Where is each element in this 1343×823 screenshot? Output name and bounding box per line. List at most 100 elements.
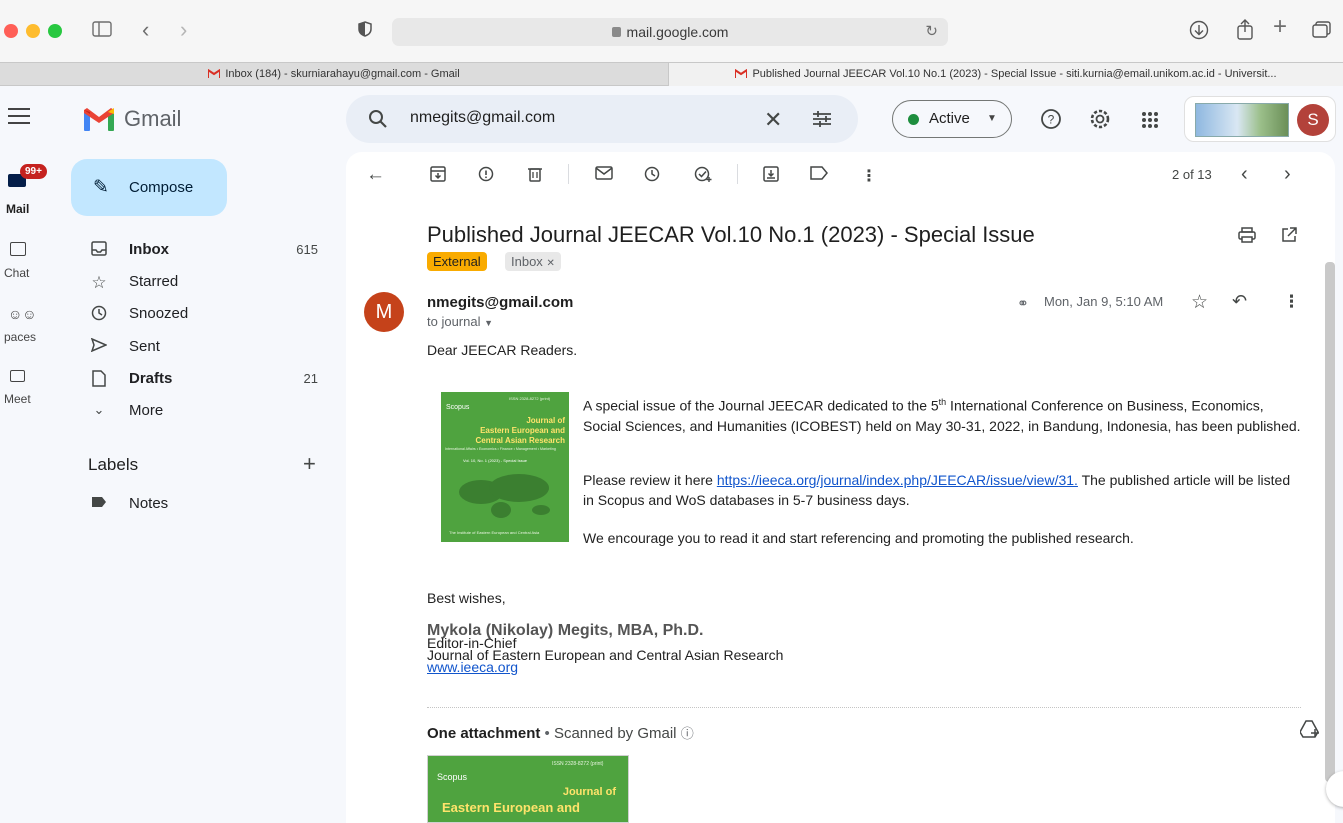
- star-message-icon[interactable]: ☆: [1191, 291, 1208, 314]
- send-icon: [90, 337, 108, 356]
- download-icon[interactable]: [1189, 20, 1209, 44]
- maximize-window-button[interactable]: [48, 24, 62, 38]
- close-window-button[interactable]: [4, 24, 18, 38]
- logo-text: Gmail: [124, 106, 182, 131]
- mark-unread-icon[interactable]: [595, 166, 613, 185]
- nav-item-more[interactable]: ⌄ More: [72, 395, 328, 427]
- add-label-icon[interactable]: +: [303, 451, 316, 477]
- nav-label: Sent: [129, 338, 160, 355]
- scrollbar-thumb[interactable]: [1325, 262, 1335, 782]
- delete-icon[interactable]: [528, 166, 542, 187]
- back-icon[interactable]: ‹: [142, 19, 149, 41]
- account-switcher[interactable]: S: [1184, 96, 1336, 142]
- label-item-notes[interactable]: Notes: [72, 488, 328, 520]
- tab-bar: Inbox (184) - skurniarahayu@gmail.com - …: [0, 62, 1343, 86]
- move-to-icon[interactable]: [763, 166, 779, 187]
- signature-website[interactable]: www.ieeca.org: [427, 660, 518, 674]
- pager-text: 2 of 13: [1172, 167, 1212, 182]
- add-to-drive-icon[interactable]: [1299, 720, 1320, 743]
- newer-icon[interactable]: ‹: [1241, 163, 1248, 186]
- share-icon[interactable]: [1236, 18, 1254, 44]
- attachment-clip-icon: ⚭: [1017, 295, 1029, 311]
- tab-overview-icon[interactable]: [1312, 21, 1332, 43]
- clear-search-icon[interactable]: ✕: [764, 107, 782, 133]
- cover-title-1: Journal of: [526, 416, 565, 425]
- organization-logo: [1195, 103, 1289, 137]
- compose-label: Compose: [129, 179, 194, 196]
- clock-icon: [90, 305, 108, 325]
- settings-icon[interactable]: [1089, 108, 1111, 136]
- labels-heading: Labels: [88, 455, 139, 474]
- compose-button[interactable]: ✎ Compose: [71, 159, 227, 216]
- more-options-icon[interactable]: ⋮: [861, 166, 877, 186]
- main-menu-icon[interactable]: [8, 108, 30, 124]
- report-spam-icon[interactable]: [478, 166, 494, 187]
- shield-icon[interactable]: [358, 21, 372, 41]
- apps-grid-icon[interactable]: [1141, 111, 1159, 135]
- tab-current-email[interactable]: Published Journal JEECAR Vol.10 No.1 (20…: [668, 63, 1343, 86]
- message-pane: ← ⋮ 2 of 13 ‹ › Published Journal JEECAR…: [346, 152, 1335, 823]
- scanned-text: Scanned by Gmail: [553, 725, 677, 742]
- attachment-divider: [427, 707, 1301, 708]
- search-icon[interactable]: [368, 109, 388, 134]
- nav-item-snoozed[interactable]: Snoozed: [72, 298, 328, 330]
- open-new-window-icon[interactable]: [1281, 227, 1297, 248]
- tab-inbox[interactable]: Inbox (184) - skurniarahayu@gmail.com - …: [0, 63, 668, 86]
- lock-icon: [611, 27, 621, 37]
- cover-footer: The Institute of Eastern European and Ce…: [449, 530, 540, 535]
- reload-icon[interactable]: ↻: [925, 18, 938, 46]
- back-to-inbox-icon[interactable]: ←: [366, 164, 385, 186]
- sender-email[interactable]: nmegits@gmail.com: [427, 294, 573, 311]
- journal-cover-image[interactable]: Scopus ISSN 2328-8272 (print) Journal of…: [441, 392, 569, 542]
- older-icon[interactable]: ›: [1284, 163, 1291, 186]
- print-icon[interactable]: [1238, 227, 1256, 248]
- draft-icon: [90, 370, 108, 391]
- recipient-line[interactable]: to journal ▼: [427, 314, 493, 329]
- status-selector[interactable]: Active ▼: [892, 100, 1012, 138]
- snooze-icon[interactable]: [644, 166, 660, 187]
- nav-label: Inbox: [129, 241, 169, 258]
- forward-icon[interactable]: ›: [180, 19, 187, 41]
- gmail-logo[interactable]: Gmail: [84, 106, 181, 132]
- archive-icon[interactable]: [430, 166, 446, 187]
- add-task-icon[interactable]: [694, 166, 712, 187]
- reply-icon[interactable]: ↶: [1232, 291, 1247, 312]
- thumb-title-1: Journal of: [562, 786, 616, 798]
- nav-item-sent[interactable]: Sent: [72, 331, 328, 363]
- toolbar-divider: [568, 164, 569, 184]
- remove-label-icon[interactable]: ✕: [546, 258, 554, 269]
- nav-item-drafts[interactable]: Drafts 21: [72, 363, 328, 395]
- nav-label: Drafts: [129, 370, 173, 387]
- cover-subtitle: International Affairs • Economics • Fina…: [445, 447, 556, 451]
- message-more-icon[interactable]: ⋮: [1283, 292, 1300, 312]
- inbox-label-chip[interactable]: Inbox ✕: [505, 252, 561, 271]
- new-tab-icon[interactable]: +: [1273, 15, 1287, 39]
- greeting: Dear JEECAR Readers.: [427, 342, 578, 358]
- sender-avatar[interactable]: M: [364, 292, 404, 332]
- message-date: Mon, Jan 9, 5:10 AM: [1044, 294, 1164, 309]
- sidebar-toggle-icon[interactable]: [92, 21, 112, 41]
- gmail-icon: [208, 69, 221, 78]
- help-icon[interactable]: ?: [1040, 108, 1062, 136]
- info-icon[interactable]: ⓘ: [681, 726, 694, 741]
- inbox-icon: [90, 241, 108, 260]
- tab-label: Inbox (184) - skurniarahayu@gmail.com - …: [225, 68, 460, 80]
- toolbar-divider: [737, 164, 738, 184]
- search-input[interactable]: nmegits@gmail.com: [410, 109, 555, 127]
- issue-link[interactable]: https://ieeca.org/journal/index.php/JEEC…: [717, 472, 1078, 488]
- paragraph-1-start: A special issue of the Journal JEECAR de…: [583, 397, 939, 414]
- minimize-window-button[interactable]: [26, 24, 40, 38]
- rail-label: paces: [4, 330, 37, 344]
- thumb-issn: ISSN 2328-8272 (print): [552, 761, 604, 767]
- search-bar[interactable]: nmegits@gmail.com ✕: [346, 95, 858, 143]
- nav-label: Notes: [129, 495, 169, 512]
- nav-item-starred[interactable]: ☆ Starred: [72, 266, 328, 298]
- address-bar[interactable]: mail.google.com ↻: [392, 18, 948, 46]
- search-options-icon[interactable]: [812, 110, 832, 133]
- attachment-thumbnail[interactable]: Scopus ISSN 2328-8272 (print) Journal of…: [427, 755, 629, 823]
- nav-item-inbox[interactable]: Inbox 615: [72, 234, 328, 266]
- label-icon[interactable]: [810, 166, 828, 185]
- attachment-header: One attachment • Scanned by Gmail ⓘ: [427, 723, 694, 742]
- status-dot: [908, 114, 919, 125]
- label-icon: [90, 495, 108, 512]
